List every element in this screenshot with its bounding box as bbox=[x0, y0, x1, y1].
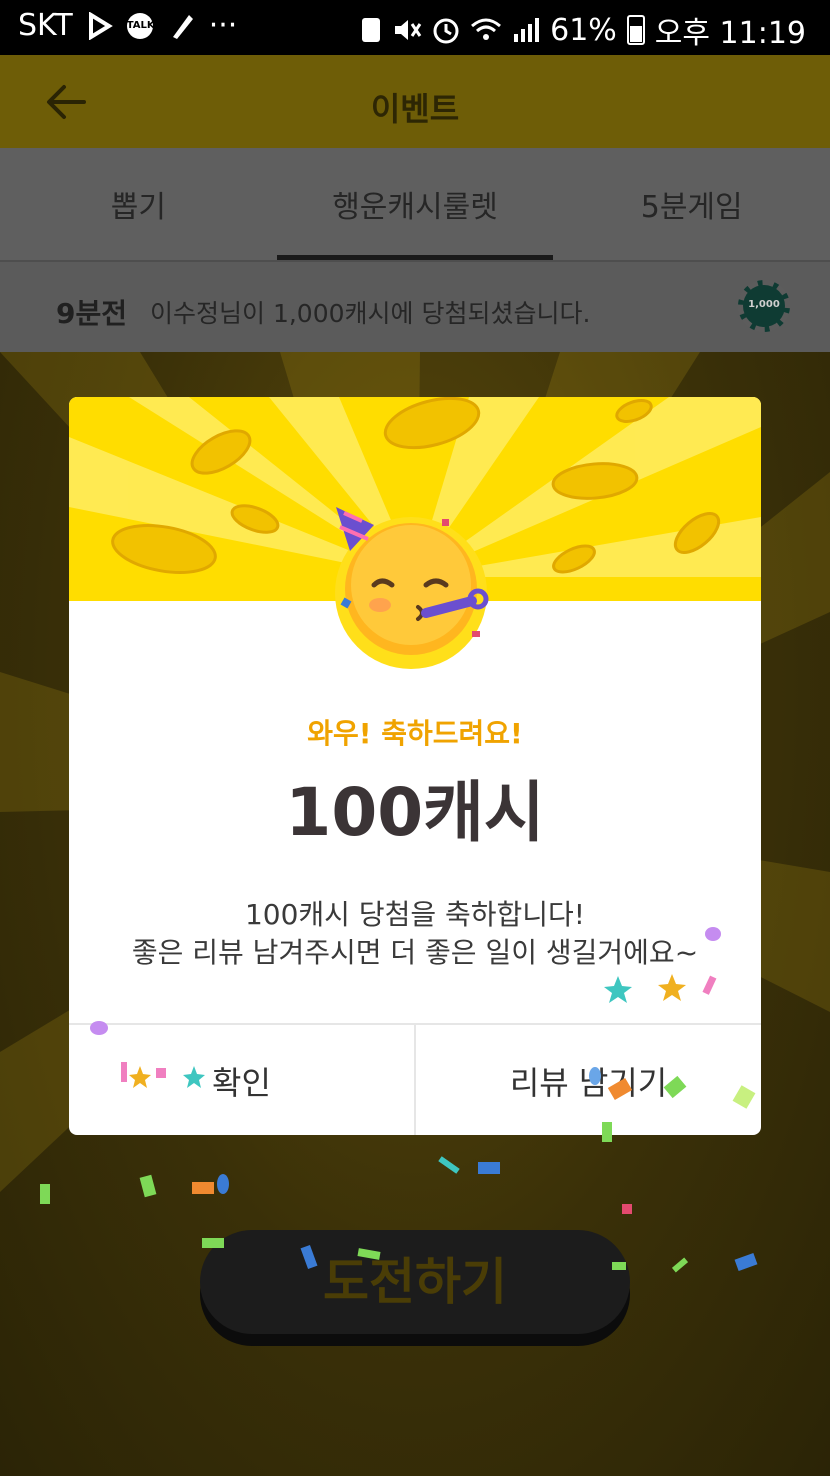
dialog-message-line1: 100캐시 당첨을 축하합니다! bbox=[244, 898, 586, 931]
tab-draw[interactable]: 뽑기 bbox=[0, 148, 277, 260]
confirm-button[interactable]: 확인 bbox=[69, 1025, 414, 1135]
status-bar: SKT TALK ··· 61% 오후 11:19 bbox=[0, 0, 830, 55]
dialog-subtitle: 와우! 축하드려요! bbox=[307, 717, 523, 750]
dialog-actions: 확인 리뷰 남기기 bbox=[69, 1023, 761, 1135]
page-title: 이벤트 bbox=[370, 90, 460, 128]
signal-icon bbox=[514, 18, 540, 42]
ticker-time: 9분전 bbox=[56, 297, 128, 330]
partying-face-emoji bbox=[335, 507, 489, 669]
status-left: SKT TALK ··· bbox=[18, 8, 237, 43]
tab-lucky-roulette[interactable]: 행운캐시룰렛 bbox=[276, 148, 554, 260]
wifi-icon bbox=[471, 18, 502, 40]
carrier-label: SKT bbox=[18, 8, 73, 43]
cash-chip-icon: 1,000 bbox=[738, 280, 790, 332]
prize-amount: 100캐시 bbox=[285, 774, 545, 851]
talk-icon: TALK bbox=[126, 12, 155, 39]
mute-icon bbox=[395, 20, 422, 40]
tab-5min-game[interactable]: 5분게임 bbox=[553, 148, 830, 260]
dialog-message-line2: 좋은 리뷰 남겨주시면 더 좋은 일이 생길거에요~ bbox=[131, 936, 699, 969]
win-dialog: 와우! 축하드려요! 100캐시 100캐시 당첨을 축하합니다! 좋은 리뷰 … bbox=[69, 397, 761, 1135]
challenge-button[interactable]: 도전하기 bbox=[200, 1230, 630, 1334]
battery-percent: 61% bbox=[550, 12, 617, 48]
tab-bar: 뽑기 행운캐시룰렛 5분게임 bbox=[0, 148, 830, 260]
clock: 오후 11:19 bbox=[654, 16, 806, 51]
pen-icon bbox=[172, 14, 193, 39]
leave-review-button[interactable]: 리뷰 남기기 bbox=[414, 1025, 761, 1135]
ticker-text: 이수정님이 1,000캐시에 당첨되셨습니다. bbox=[150, 299, 591, 328]
status-right: 61% 오후 11:19 bbox=[360, 8, 806, 52]
more-notifications: ··· bbox=[208, 8, 238, 43]
alarm-icon bbox=[433, 18, 459, 44]
sim-icon bbox=[362, 18, 381, 42]
battery-icon bbox=[626, 15, 645, 45]
play-icon bbox=[88, 11, 113, 40]
